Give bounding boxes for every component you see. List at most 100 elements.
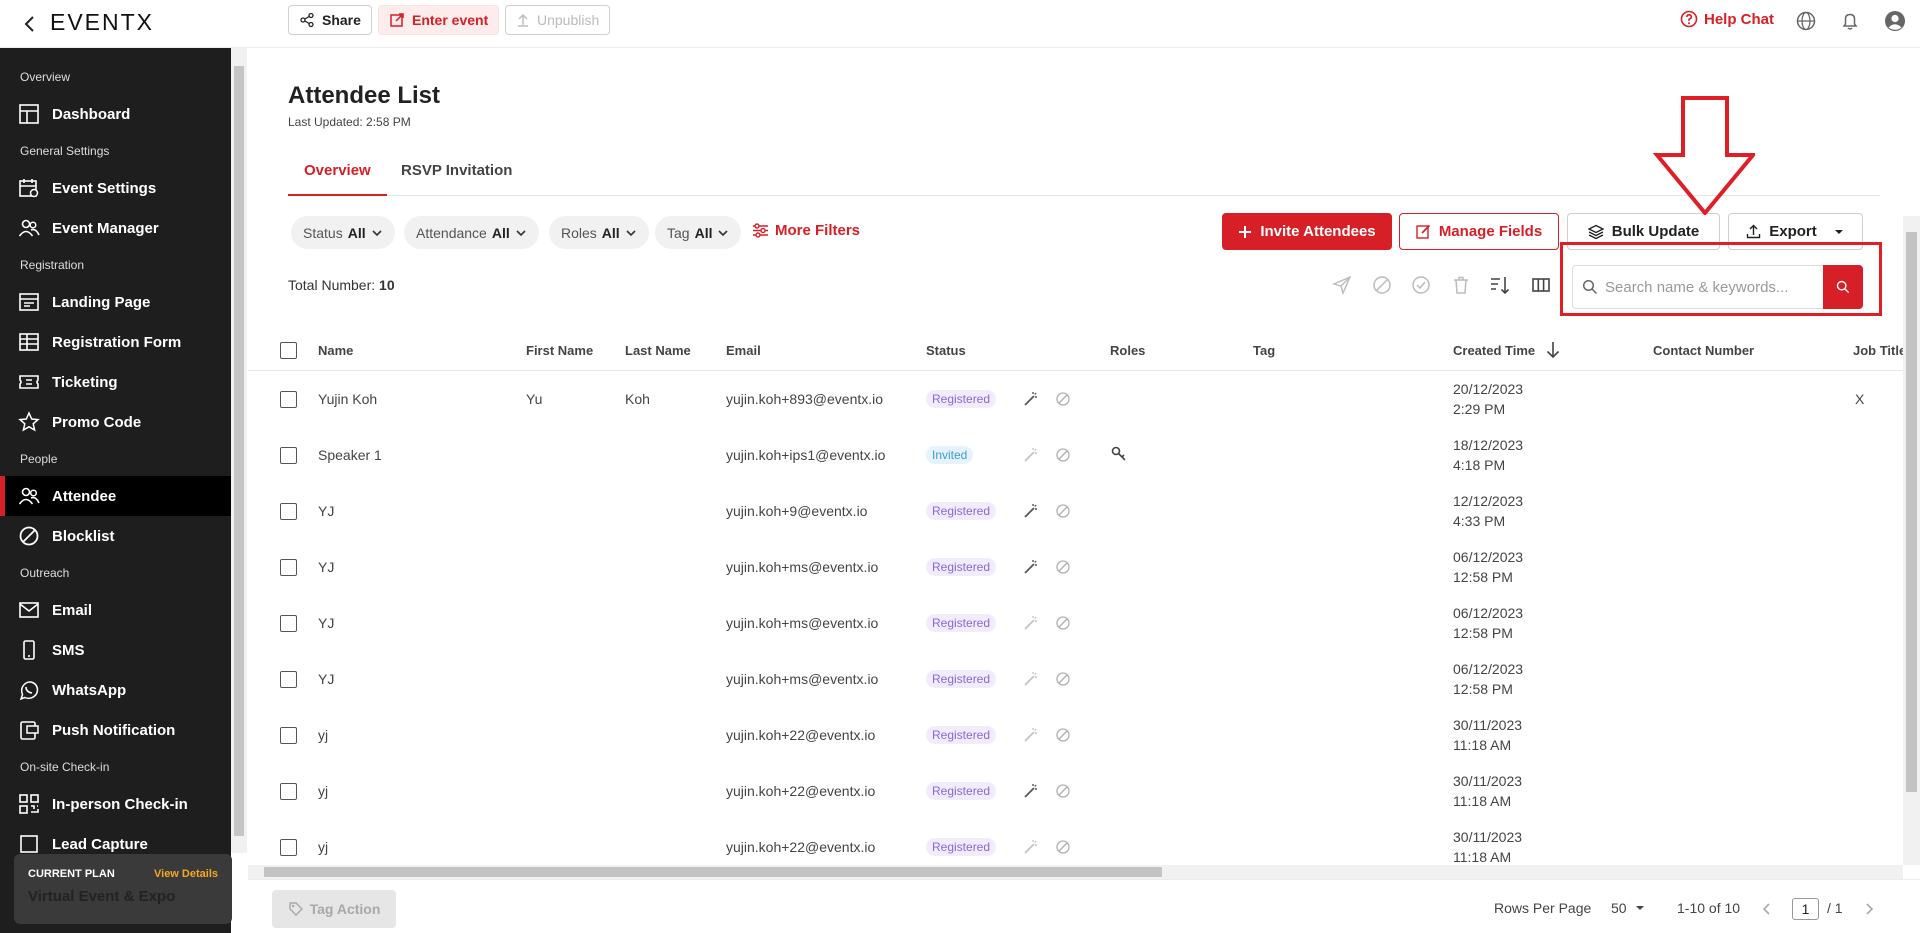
- sidebar-item-blocklist[interactable]: Blocklist: [0, 516, 231, 556]
- sidebar-item-attendee[interactable]: Attendee: [0, 476, 231, 516]
- row-checkbox[interactable]: [280, 391, 297, 408]
- sidebar-item-whatsapp[interactable]: WhatsApp: [0, 670, 231, 710]
- table-horizontal-scrollbar-thumb[interactable]: [264, 867, 1162, 877]
- eventx-logo[interactable]: EVENTX: [50, 9, 154, 36]
- tag-action-button[interactable]: Tag Action: [272, 890, 396, 928]
- roles-filter[interactable]: Roles All: [549, 216, 649, 249]
- check-circle-icon[interactable]: [1410, 274, 1432, 296]
- sidebar-item-ticketing[interactable]: Ticketing: [0, 362, 231, 402]
- user-avatar-icon[interactable]: [1884, 10, 1906, 32]
- magic-wand-icon[interactable]: [1022, 446, 1040, 464]
- table-row[interactable]: YJ yujin.koh+ms@eventx.io Registered 06/12/…: [248, 540, 1903, 596]
- select-all-checkbox[interactable]: [280, 342, 297, 359]
- send-icon[interactable]: [1331, 274, 1353, 296]
- column-header-last-name[interactable]: Last Name: [625, 343, 691, 358]
- table-row[interactable]: yj yujin.koh+22@eventx.io Registered 30/11/…: [248, 764, 1903, 820]
- sidebar-item-in-person-check-in[interactable]: In-person Check-in: [0, 784, 231, 824]
- block-icon[interactable]: [1054, 670, 1072, 688]
- help-chat-button[interactable]: Help Chat: [1680, 10, 1774, 28]
- block-icon[interactable]: [1054, 838, 1072, 856]
- sidebar-item-sms[interactable]: SMS: [0, 630, 231, 670]
- sidebar-section-registration: Registration: [20, 258, 85, 272]
- column-header-status[interactable]: Status: [926, 343, 966, 358]
- bell-icon[interactable]: [1839, 10, 1861, 32]
- sidebar-item-label: Lead Capture: [52, 835, 148, 853]
- table-vertical-scrollbar-thumb[interactable]: [1906, 232, 1917, 792]
- chevron-left-icon[interactable]: [1760, 902, 1774, 916]
- sidebar-item-promo-code[interactable]: Promo Code: [0, 402, 231, 442]
- magic-wand-icon[interactable]: [1022, 726, 1040, 744]
- tab-overview[interactable]: Overview: [288, 162, 387, 196]
- columns-icon[interactable]: [1530, 274, 1552, 296]
- row-checkbox[interactable]: [280, 839, 297, 856]
- row-checkbox[interactable]: [280, 727, 297, 744]
- arrow-down-icon[interactable]: [1546, 341, 1560, 359]
- rows-per-page-select[interactable]: 50: [1611, 900, 1645, 916]
- block-icon[interactable]: [1054, 726, 1072, 744]
- invite-attendees-button[interactable]: Invite Attendees: [1222, 213, 1392, 250]
- sidebar-item-event-settings[interactable]: Event Settings: [0, 168, 231, 208]
- block-icon[interactable]: [1054, 614, 1072, 632]
- view-details-link[interactable]: View Details: [154, 868, 218, 880]
- tab-rsvp-invitation[interactable]: RSVP Invitation: [401, 162, 512, 179]
- table-row[interactable]: YJ yujin.koh+ms@eventx.io Registered 06/12/…: [248, 596, 1903, 652]
- unpublish-button[interactable]: Unpublish: [505, 5, 611, 35]
- share-button[interactable]: Share: [288, 5, 372, 35]
- calendar-settings-icon: [19, 179, 39, 198]
- row-checkbox[interactable]: [280, 783, 297, 800]
- row-checkbox[interactable]: [280, 559, 297, 576]
- block-icon[interactable]: [1054, 558, 1072, 576]
- cell-email: yujin.koh+9@eventx.io: [726, 503, 868, 519]
- block-icon[interactable]: [1371, 274, 1393, 296]
- more-filters-button[interactable]: More Filters: [752, 222, 860, 239]
- sidebar-item-dashboard[interactable]: Dashboard: [0, 94, 231, 134]
- column-header-name[interactable]: Name: [318, 343, 353, 358]
- table-row[interactable]: YJ yujin.koh+9@eventx.io Registered 12/12/2…: [248, 484, 1903, 540]
- globe-icon[interactable]: [1795, 10, 1817, 32]
- magic-wand-icon[interactable]: [1022, 782, 1040, 800]
- column-header-first-name[interactable]: First Name: [526, 343, 593, 358]
- cell-job-title: X: [1855, 391, 1865, 407]
- row-checkbox[interactable]: [280, 615, 297, 632]
- magic-wand-icon[interactable]: [1022, 558, 1040, 576]
- sidebar-item-event-manager[interactable]: Event Manager: [0, 208, 231, 248]
- sidebar-item-registration-form[interactable]: Registration Form: [0, 322, 231, 362]
- magic-wand-icon[interactable]: [1022, 670, 1040, 688]
- column-header-created-time[interactable]: Created Time: [1453, 343, 1535, 358]
- table-row[interactable]: Speaker 1 yujin.koh+ips1@eventx.io Invited…: [248, 428, 1903, 484]
- table-row[interactable]: YJ yujin.koh+ms@eventx.io Registered 06/12/…: [248, 652, 1903, 708]
- column-header-email[interactable]: Email: [726, 343, 761, 358]
- column-header-job-title[interactable]: Job Title: [1853, 343, 1906, 358]
- sidebar-item-landing-page[interactable]: Landing Page: [0, 282, 231, 322]
- status-filter[interactable]: Status All: [291, 216, 395, 249]
- chevron-left-icon[interactable]: [18, 12, 42, 36]
- sidebar-item-push-notification[interactable]: Push Notification: [0, 710, 231, 750]
- table-row[interactable]: yj yujin.koh+22@eventx.io Registered 30/11/…: [248, 708, 1903, 764]
- row-checkbox[interactable]: [280, 671, 297, 688]
- tag-filter[interactable]: Tag All: [655, 216, 742, 249]
- row-checkbox[interactable]: [280, 447, 297, 464]
- column-header-roles[interactable]: Roles: [1110, 343, 1145, 358]
- column-header-contact-number[interactable]: Contact Number: [1653, 343, 1754, 358]
- block-icon[interactable]: [1054, 390, 1072, 408]
- row-checkbox[interactable]: [280, 503, 297, 520]
- enter-event-button[interactable]: Enter event: [378, 5, 500, 35]
- attendance-filter[interactable]: Attendance All: [404, 216, 539, 249]
- table-row[interactable]: Yujin Koh Yu Koh yujin.koh+893@eventx.io Reg…: [248, 372, 1903, 428]
- magic-wand-icon[interactable]: [1022, 502, 1040, 520]
- magic-wand-icon[interactable]: [1022, 390, 1040, 408]
- sidebar-scrollbar-thumb[interactable]: [234, 66, 244, 836]
- block-icon[interactable]: [1054, 446, 1072, 464]
- magic-wand-icon[interactable]: [1022, 838, 1040, 856]
- manage-fields-button[interactable]: Manage Fields: [1399, 213, 1559, 250]
- chevron-right-icon[interactable]: [1862, 902, 1876, 916]
- sidebar-item-email[interactable]: Email: [0, 590, 231, 630]
- block-icon[interactable]: [1054, 782, 1072, 800]
- page-number-input[interactable]: 1: [1792, 898, 1819, 920]
- help-chat-label: Help Chat: [1704, 10, 1775, 28]
- trash-icon[interactable]: [1450, 274, 1472, 296]
- sort-icon[interactable]: [1489, 274, 1511, 296]
- column-header-tag[interactable]: Tag: [1253, 343, 1275, 358]
- magic-wand-icon[interactable]: [1022, 614, 1040, 632]
- block-icon[interactable]: [1054, 502, 1072, 520]
